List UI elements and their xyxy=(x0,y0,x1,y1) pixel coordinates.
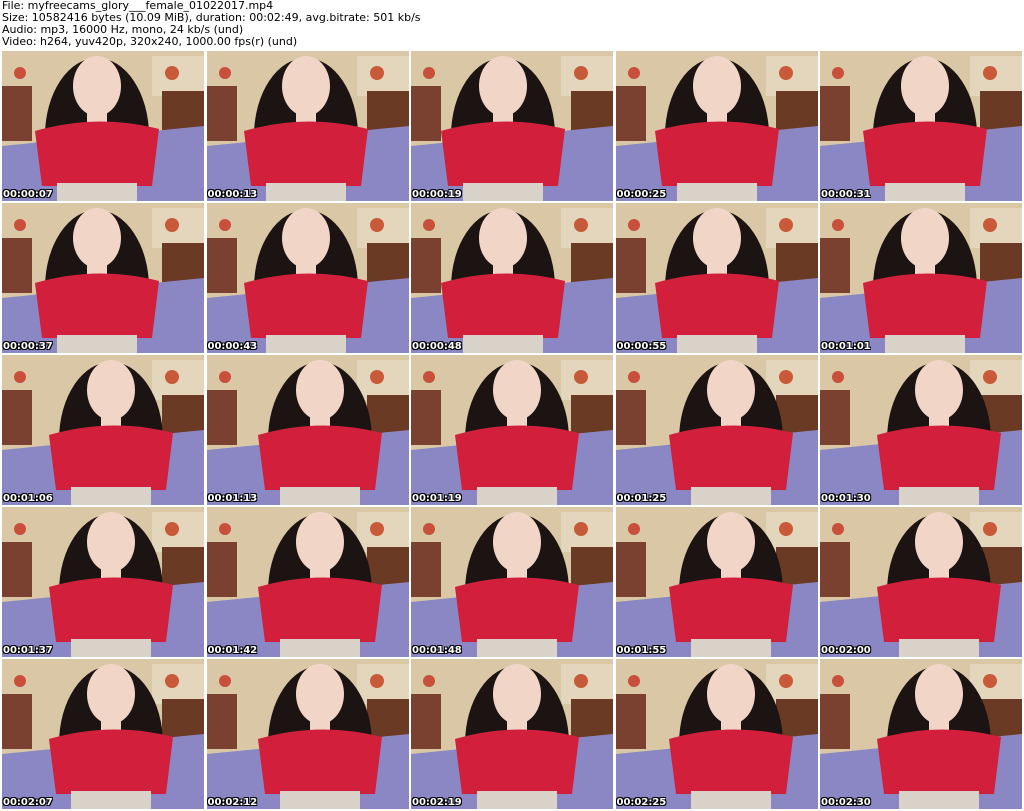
video-thumbnail[interactable]: 00:00:07 xyxy=(2,51,204,201)
thumbnail-timestamp: 00:02:19 xyxy=(412,797,462,808)
thumbnail-scene xyxy=(615,203,818,353)
thumbnail-timestamp: 00:00:43 xyxy=(207,341,258,352)
video-thumbnail[interactable]: 00:00:37 xyxy=(2,203,204,353)
video-thumbnail[interactable]: 00:01:06 xyxy=(2,355,204,505)
thumbnail-scene xyxy=(2,51,204,201)
video-thumbnail[interactable]: 00:00:13 xyxy=(206,51,409,201)
thumbnail-scene xyxy=(615,507,818,657)
video-thumbnail[interactable]: 00:02:25 xyxy=(615,659,818,809)
video-thumbnail[interactable]: 00:02:19 xyxy=(411,659,613,809)
thumbnail-timestamp: 00:01:30 xyxy=(821,493,871,504)
video-thumbnail[interactable]: 00:01:30 xyxy=(820,355,1022,505)
thumbnail-scene xyxy=(206,203,409,353)
thumbnail-scene xyxy=(411,203,613,353)
video-thumbnail[interactable]: 00:02:12 xyxy=(206,659,409,809)
audio-info-line: Audio: mp3, 16000 Hz, mono, 24 kb/s (und… xyxy=(2,24,244,36)
video-thumbnail[interactable]: 00:00:48 xyxy=(411,203,613,353)
file-name-line: File: myfreecams_glory___female_01022017… xyxy=(2,0,274,12)
video-thumbnail[interactable]: 00:00:31 xyxy=(820,51,1022,201)
thumbnail-scene xyxy=(2,203,204,353)
thumbnail-timestamp: 00:01:42 xyxy=(207,645,258,656)
thumbnail-scene xyxy=(615,51,818,201)
video-thumbnail[interactable]: 00:01:55 xyxy=(615,507,818,657)
thumbnail-timestamp: 00:00:19 xyxy=(412,189,462,200)
thumbnail-scene xyxy=(820,203,1022,353)
video-thumbnail[interactable]: 00:01:42 xyxy=(206,507,409,657)
thumbnail-scene xyxy=(2,659,204,809)
thumbnail-scene xyxy=(411,659,613,809)
thumbnail-scene xyxy=(820,355,1022,505)
video-thumbnail[interactable]: 00:00:43 xyxy=(206,203,409,353)
thumbnail-timestamp: 00:00:55 xyxy=(616,341,667,352)
thumbnail-timestamp: 00:01:48 xyxy=(412,645,462,656)
video-thumbnail[interactable]: 00:01:19 xyxy=(411,355,613,505)
thumbnail-grid: 00:00:07 00:00:13 00:00:19 00:00:25 00:00:31… xyxy=(2,51,1022,809)
video-info-line: Video: h264, yuv420p, 320x240, 1000.00 f… xyxy=(2,36,298,48)
thumbnail-scene xyxy=(2,507,204,657)
video-thumbnail[interactable]: 00:01:13 xyxy=(206,355,409,505)
thumbnail-timestamp: 00:01:25 xyxy=(616,493,667,504)
thumbnail-scene xyxy=(615,659,818,809)
thumbnail-timestamp: 00:01:06 xyxy=(3,493,53,504)
thumbnail-timestamp: 00:01:01 xyxy=(821,341,871,352)
thumbnail-timestamp: 00:02:30 xyxy=(821,797,871,808)
thumbnail-timestamp: 00:01:55 xyxy=(616,645,667,656)
thumbnail-timestamp: 00:02:00 xyxy=(821,645,871,656)
thumbnail-scene xyxy=(411,507,613,657)
thumbnail-timestamp: 00:02:25 xyxy=(616,797,667,808)
thumbnail-timestamp: 00:02:07 xyxy=(3,797,53,808)
thumbnail-scene xyxy=(820,659,1022,809)
thumbnail-timestamp: 00:01:13 xyxy=(207,493,258,504)
file-info-header: File: myfreecams_glory___female_01022017… xyxy=(2,0,1020,48)
thumbnail-scene xyxy=(206,507,409,657)
thumbnail-timestamp: 00:01:19 xyxy=(412,493,462,504)
video-thumbnail[interactable]: 00:02:07 xyxy=(2,659,204,809)
video-thumbnail[interactable]: 00:00:55 xyxy=(615,203,818,353)
thumbnail-timestamp: 00:00:07 xyxy=(3,189,53,200)
video-thumbnail[interactable]: 00:02:30 xyxy=(820,659,1022,809)
video-thumbnail[interactable]: 00:02:00 xyxy=(820,507,1022,657)
video-thumbnail[interactable]: 00:01:25 xyxy=(615,355,818,505)
video-thumbnail[interactable]: 00:01:37 xyxy=(2,507,204,657)
thumbnail-timestamp: 00:01:37 xyxy=(3,645,53,656)
thumbnail-timestamp: 00:00:25 xyxy=(616,189,667,200)
video-thumbnail[interactable]: 00:00:19 xyxy=(411,51,613,201)
thumbnail-scene xyxy=(2,355,204,505)
thumbnail-timestamp: 00:00:37 xyxy=(3,341,53,352)
thumbnail-scene xyxy=(206,51,409,201)
file-size-line: Size: 10582416 bytes (10.09 MiB), durati… xyxy=(2,12,421,24)
thumbnail-timestamp: 00:02:12 xyxy=(207,797,258,808)
video-thumbnail[interactable]: 00:01:01 xyxy=(820,203,1022,353)
thumbnail-scene xyxy=(206,659,409,809)
thumbnail-timestamp: 00:00:31 xyxy=(821,189,871,200)
thumbnail-timestamp: 00:00:48 xyxy=(412,341,462,352)
thumbnail-scene xyxy=(615,355,818,505)
thumbnail-scene xyxy=(411,355,613,505)
video-thumbnail[interactable]: 00:00:25 xyxy=(615,51,818,201)
thumbnail-scene xyxy=(820,507,1022,657)
video-thumbnail[interactable]: 00:01:48 xyxy=(411,507,613,657)
thumbnail-timestamp: 00:00:13 xyxy=(207,189,258,200)
thumbnail-scene xyxy=(411,51,613,201)
thumbnail-scene xyxy=(206,355,409,505)
thumbnail-scene xyxy=(820,51,1022,201)
